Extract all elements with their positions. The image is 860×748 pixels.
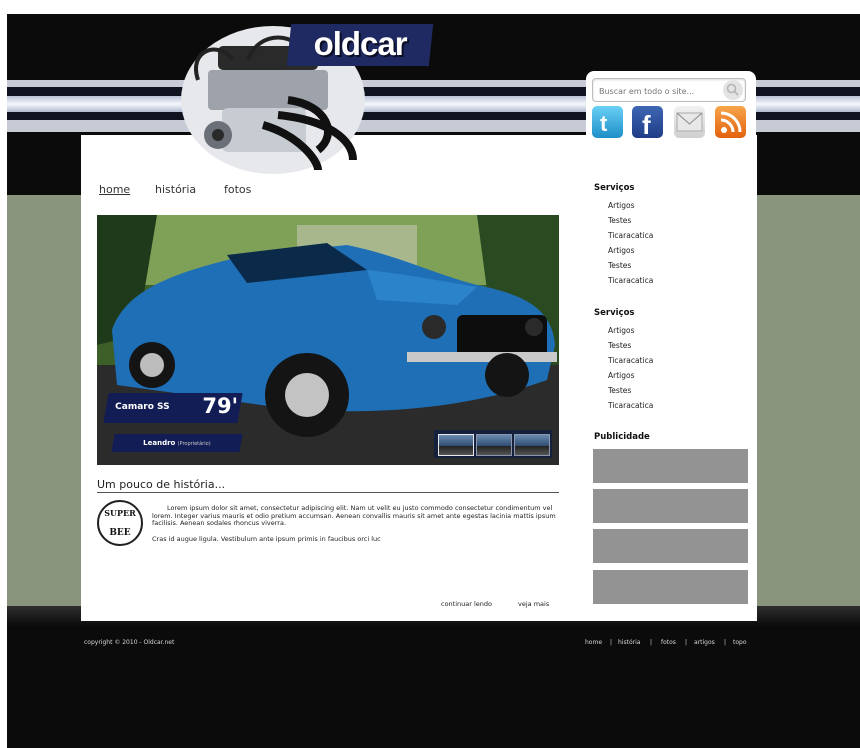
copyright: copyright © 2010 - Oldcar.net xyxy=(84,639,175,646)
footer-link-historia[interactable]: história xyxy=(618,639,640,646)
page: oldcar t f home história fotos xyxy=(0,0,860,748)
car-name: Camaro SS xyxy=(115,402,170,412)
footer-separator: | xyxy=(610,639,613,646)
footer-link-home[interactable]: home xyxy=(585,639,602,646)
divider xyxy=(97,492,559,493)
sidebar-item[interactable]: Ticaracatica xyxy=(608,401,653,410)
continue-reading-link[interactable]: continuar lendo xyxy=(441,600,492,608)
owner-role: (Proprietário) xyxy=(177,441,211,447)
search-icon[interactable] xyxy=(723,80,743,100)
super-bee-logo: SUPER BEE xyxy=(97,500,143,546)
sidebar-item[interactable]: Ticaracatica xyxy=(608,356,653,365)
see-more-link[interactable]: veja mais xyxy=(518,600,549,608)
sidebar-item[interactable]: Artigos xyxy=(608,326,635,335)
sidebar-item[interactable]: Testes xyxy=(608,341,631,350)
sidebar-item[interactable]: Artigos xyxy=(608,201,635,210)
sidebar-item[interactable]: Ticaracatica xyxy=(608,276,653,285)
ad-slot[interactable] xyxy=(593,449,748,483)
car-caption: Camaro SS 79' xyxy=(103,393,243,423)
svg-text:f: f xyxy=(642,110,651,138)
article-paragraph: Cras id augue ligula. Vestibulum ante ip… xyxy=(152,535,381,543)
facebook-icon[interactable]: f xyxy=(632,106,663,140)
section-title: Um pouco de história... xyxy=(97,478,226,491)
footer-link-artigos[interactable]: artigos xyxy=(694,639,715,646)
hero-slideshow[interactable] xyxy=(97,215,559,465)
footer-link-fotos[interactable]: fotos xyxy=(661,639,676,646)
sidebar-heading: Serviços xyxy=(594,183,635,193)
footer-separator: | xyxy=(650,639,653,646)
search-input[interactable] xyxy=(593,81,719,102)
nav-fotos[interactable]: fotos xyxy=(224,183,251,196)
slide-thumbnail[interactable] xyxy=(514,434,550,456)
footer-link-topo[interactable]: topo xyxy=(733,639,747,646)
footer-separator: | xyxy=(724,639,727,646)
left-margin xyxy=(0,0,7,748)
owner-name: Leandro xyxy=(143,439,176,447)
sidebar-item[interactable]: Artigos xyxy=(608,371,635,380)
owner-caption: Leandro (Proprietário) xyxy=(111,434,243,452)
top-margin xyxy=(0,0,860,14)
article-paragraph: Lorem ipsum dolor sit amet, consectetur … xyxy=(152,504,556,528)
sidebar-item[interactable]: Ticaracatica xyxy=(608,231,653,240)
sidebar-item[interactable]: Testes xyxy=(608,261,631,270)
twitter-icon[interactable]: t xyxy=(592,106,623,138)
svg-text:t: t xyxy=(600,111,608,136)
ads-heading: Publicidade xyxy=(594,432,650,442)
nav-historia[interactable]: história xyxy=(155,183,196,196)
sidebar-heading: Serviços xyxy=(594,308,635,318)
slide-thumbnail[interactable] xyxy=(476,434,512,456)
ad-slot[interactable] xyxy=(593,570,748,604)
footer-separator: | xyxy=(685,639,688,646)
slide-thumbnail[interactable] xyxy=(438,434,474,456)
search-box xyxy=(592,78,746,102)
ad-slot[interactable] xyxy=(593,489,748,523)
logo-text: oldcar xyxy=(313,25,407,62)
nav-home[interactable]: home xyxy=(99,183,130,196)
logo[interactable]: oldcar xyxy=(286,24,434,66)
rss-icon[interactable] xyxy=(715,106,746,138)
car-photo xyxy=(97,215,559,465)
ad-slot[interactable] xyxy=(593,529,748,563)
car-year: 79' xyxy=(202,394,239,418)
sidebar-item[interactable]: Testes xyxy=(608,216,631,225)
thumbnail-strip xyxy=(434,430,552,458)
sidebar-item[interactable]: Testes xyxy=(608,386,631,395)
mail-icon[interactable] xyxy=(674,106,705,138)
sidebar-item[interactable]: Artigos xyxy=(608,246,635,255)
